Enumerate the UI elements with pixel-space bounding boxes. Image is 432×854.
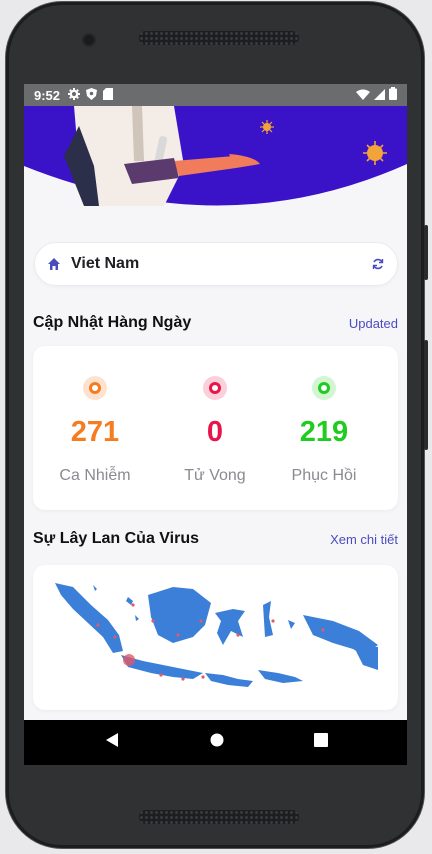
stat-deaths: 0 Tử Vong bbox=[155, 376, 275, 485]
recents-icon[interactable] bbox=[313, 733, 328, 752]
app-screen: 9:52 Viet Nam Cập Nhật Hàng Ngày Updated… bbox=[24, 84, 407, 765]
location-name: Viet Nam bbox=[71, 255, 140, 272]
daily-stats-card: 271 Ca Nhiễm 0 Tử Vong 219 Phục Hồi bbox=[33, 346, 398, 510]
hero-illustration bbox=[24, 106, 407, 206]
settings-icon bbox=[68, 87, 81, 103]
shield-icon bbox=[86, 87, 98, 103]
infected-label: Ca Nhiễm bbox=[59, 467, 131, 484]
recovered-label: Phục Hồi bbox=[291, 467, 357, 484]
updated-link[interactable]: Updated bbox=[349, 316, 398, 331]
status-bar: 9:52 bbox=[24, 84, 407, 106]
home-button-icon[interactable] bbox=[210, 733, 224, 752]
volume-button bbox=[424, 225, 428, 280]
infected-indicator-icon bbox=[83, 376, 107, 400]
view-details-link[interactable]: Xem chi tiết bbox=[330, 532, 398, 547]
spread-map-card[interactable] bbox=[33, 565, 398, 710]
recovered-count: 219 bbox=[299, 416, 349, 448]
front-camera bbox=[84, 35, 94, 45]
power-button bbox=[424, 340, 428, 450]
location-selector[interactable]: Viet Nam bbox=[34, 242, 398, 286]
navigation-bar bbox=[24, 720, 407, 765]
deaths-count: 0 bbox=[206, 416, 224, 448]
daily-update-header: Cập Nhật Hàng Ngày Updated bbox=[33, 314, 398, 332]
deaths-indicator-icon bbox=[203, 376, 227, 400]
stat-infected: 271 Ca Nhiễm bbox=[35, 376, 155, 485]
battery-icon bbox=[389, 87, 397, 103]
spread-title: Sự Lây Lan Của Virus bbox=[33, 530, 200, 547]
signal-icon bbox=[374, 88, 385, 103]
home-icon bbox=[47, 257, 61, 271]
refresh-icon[interactable] bbox=[371, 257, 385, 271]
bottom-speaker bbox=[139, 810, 299, 824]
spread-header: Sự Lây Lan Của Virus Xem chi tiết bbox=[33, 530, 398, 548]
stat-recovered: 219 Phục Hồi bbox=[264, 376, 384, 485]
wifi-icon bbox=[356, 88, 370, 103]
scroll-content[interactable]: Viet Nam Cập Nhật Hàng Ngày Updated 271 … bbox=[24, 106, 407, 720]
status-time: 9:52 bbox=[34, 87, 61, 103]
back-icon[interactable] bbox=[104, 732, 120, 753]
top-speaker bbox=[139, 31, 299, 45]
recovered-indicator-icon bbox=[312, 376, 336, 400]
sd-card-icon bbox=[103, 87, 114, 103]
deaths-label: Tử Vong bbox=[184, 467, 246, 484]
indonesia-map bbox=[55, 583, 378, 687]
daily-update-title: Cập Nhật Hàng Ngày bbox=[33, 314, 192, 331]
virus-icon bbox=[260, 120, 274, 134]
infected-count: 271 bbox=[70, 416, 120, 448]
